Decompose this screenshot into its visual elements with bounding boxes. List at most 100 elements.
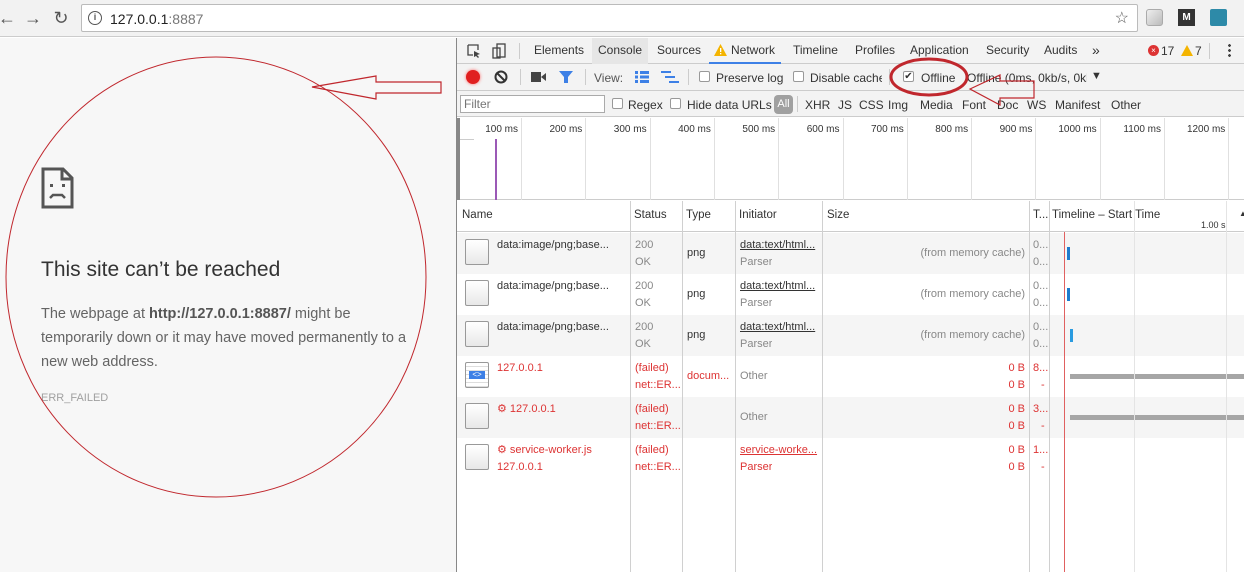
offline-checkbox[interactable]: ✔: [903, 71, 914, 82]
tab-security[interactable]: Security: [980, 38, 1035, 64]
filter-type-font[interactable]: Font: [962, 98, 986, 112]
filter-type-doc[interactable]: Doc: [997, 98, 1018, 112]
large-rows-icon[interactable]: [635, 71, 649, 83]
filter-type-xhr[interactable]: XHR: [805, 98, 830, 112]
request-name[interactable]: ⚙ 127.0.0.1: [497, 401, 627, 418]
error-count[interactable]: 17: [1161, 44, 1174, 58]
back-button[interactable]: ←: [0, 6, 18, 30]
table-row[interactable]: <> 127.0.0.1 (failed) net::ER... docum... Oth…: [457, 356, 1244, 397]
separator: [889, 69, 890, 85]
request-latency: -: [1041, 420, 1045, 432]
request-initiator[interactable]: data:text/html...: [740, 319, 820, 336]
timeline-bar[interactable]: [1070, 374, 1244, 379]
filter-type-all[interactable]: All: [774, 95, 793, 114]
tab-timeline[interactable]: Timeline: [787, 38, 844, 64]
overview-waterfall-icon[interactable]: [661, 71, 679, 83]
warning-count-icon[interactable]: [1181, 45, 1193, 56]
filter-input[interactable]: [460, 95, 605, 113]
filter-type-other[interactable]: Other: [1111, 98, 1141, 112]
filter-icon[interactable]: [559, 70, 573, 84]
capture-screenshots-icon[interactable]: [531, 72, 546, 82]
sort-arrow-icon[interactable]: ▲: [1239, 209, 1244, 218]
reload-button[interactable]: ↻: [50, 6, 72, 30]
warning-count[interactable]: 7: [1195, 44, 1202, 58]
column-divider: [1029, 201, 1030, 572]
request-name[interactable]: data:image/png;base...: [497, 237, 627, 254]
network-overview[interactable]: 100 ms 200 ms 300 ms 400 ms 500 ms 600 ms 700 …: [457, 118, 1244, 200]
offline-label[interactable]: Offline: [921, 71, 955, 85]
header-initiator[interactable]: Initiator: [739, 209, 777, 221]
forward-button[interactable]: →: [22, 6, 44, 30]
filter-type-img[interactable]: Img: [888, 98, 908, 112]
header-status[interactable]: Status: [634, 209, 667, 221]
hide-data-urls-checkbox[interactable]: [670, 98, 681, 109]
table-row[interactable]: ⚙ 127.0.0.1 (failed) net::ER... Other 0 B0 B…: [457, 397, 1244, 438]
tab-elements[interactable]: Elements: [528, 38, 590, 64]
request-status-text: net::ER...: [635, 461, 681, 473]
request-initiator[interactable]: data:text/html...: [740, 278, 820, 295]
bookmark-star-icon[interactable]: ☆: [1115, 8, 1129, 28]
table-row[interactable]: data:image/png;base... 200 OK png data:text/…: [457, 315, 1244, 356]
preserve-log-checkbox[interactable]: [699, 71, 710, 82]
filter-type-ws[interactable]: WS: [1027, 98, 1046, 112]
table-row[interactable]: data:image/png;base... 200 OK png data:text/…: [457, 233, 1244, 274]
throttling-select[interactable]: Offline (0ms, 0kb/s, 0kb/s): [967, 71, 1087, 85]
tab-profiles[interactable]: Profiles: [849, 38, 901, 64]
request-initiator[interactable]: Other: [740, 368, 820, 385]
filter-type-media[interactable]: Media: [920, 98, 953, 112]
header-time[interactable]: T...: [1033, 209, 1048, 221]
request-initiator[interactable]: Other: [740, 409, 820, 426]
header-timeline[interactable]: Timeline – Start Time: [1052, 209, 1160, 221]
devtools-tabbar: Elements Console Sources Network Timelin…: [457, 38, 1244, 64]
regex-checkbox[interactable]: [612, 98, 623, 109]
timeline-scale: 1.00 s: [1201, 220, 1226, 230]
address-bar[interactable]: i 127.0.0.1:8887 ☆: [81, 4, 1138, 32]
hide-data-urls-label[interactable]: Hide data URLs: [687, 98, 772, 112]
tab-application[interactable]: Application: [904, 38, 975, 64]
request-name[interactable]: data:image/png;base...: [497, 319, 627, 336]
clear-icon[interactable]: [494, 70, 508, 84]
timeline-bar[interactable]: [1067, 247, 1070, 260]
extension-m-icon[interactable]: M: [1178, 9, 1195, 26]
url-text[interactable]: 127.0.0.1:8887: [110, 11, 203, 27]
timeline-gridline: [1226, 201, 1227, 572]
tab-console[interactable]: Console: [592, 38, 649, 64]
header-name[interactable]: Name: [462, 209, 493, 221]
timeline-bar[interactable]: [1070, 329, 1073, 342]
table-row[interactable]: ⚙ service-worker.js 127.0.0.1 (failed) net:…: [457, 438, 1244, 479]
tab-audits[interactable]: Audits: [1038, 38, 1083, 64]
filter-type-js[interactable]: JS: [838, 98, 852, 112]
preserve-log-label[interactable]: Preserve log: [716, 71, 783, 85]
request-initiator[interactable]: data:text/html...: [740, 237, 820, 254]
request-name[interactable]: 127.0.0.1: [497, 360, 627, 377]
record-button[interactable]: [466, 70, 480, 84]
column-divider: [735, 201, 736, 572]
throttling-dropdown-arrow[interactable]: ▼: [1091, 70, 1102, 82]
kebab-menu-icon[interactable]: [1228, 43, 1231, 58]
overview-tick-line: [1228, 118, 1230, 200]
header-type[interactable]: Type: [686, 209, 711, 221]
more-tabs-button[interactable]: »: [1086, 38, 1106, 64]
disable-cache-checkbox[interactable]: [793, 71, 804, 82]
request-type: png: [687, 247, 706, 259]
tab-sources[interactable]: Sources: [651, 38, 707, 64]
tab-network[interactable]: Network: [709, 38, 782, 64]
filter-type-manifest[interactable]: Manifest: [1055, 98, 1100, 112]
timeline-bar[interactable]: [1070, 415, 1244, 420]
inspect-element-icon[interactable]: [467, 44, 481, 58]
request-initiator[interactable]: service-worke...: [740, 442, 820, 459]
devtools-panel: Elements Console Sources Network Timelin…: [456, 38, 1244, 572]
header-size[interactable]: Size: [827, 209, 849, 221]
regex-label[interactable]: Regex: [628, 98, 663, 112]
info-icon[interactable]: i: [88, 11, 102, 25]
table-row[interactable]: data:image/png;base... 200 OK png data:text/…: [457, 274, 1244, 315]
error-icon[interactable]: ×: [1148, 45, 1159, 56]
disable-cache-label[interactable]: Disable cache: [810, 71, 882, 85]
filter-type-css[interactable]: CSS: [859, 98, 884, 112]
extension-cube-icon[interactable]: [1146, 9, 1163, 26]
request-name[interactable]: data:image/png;base...: [497, 278, 627, 295]
timeline-bar[interactable]: [1067, 288, 1070, 301]
request-name[interactable]: ⚙ service-worker.js: [497, 442, 627, 459]
device-toolbar-icon[interactable]: [492, 43, 506, 59]
extension-wave-icon[interactable]: [1210, 9, 1227, 26]
